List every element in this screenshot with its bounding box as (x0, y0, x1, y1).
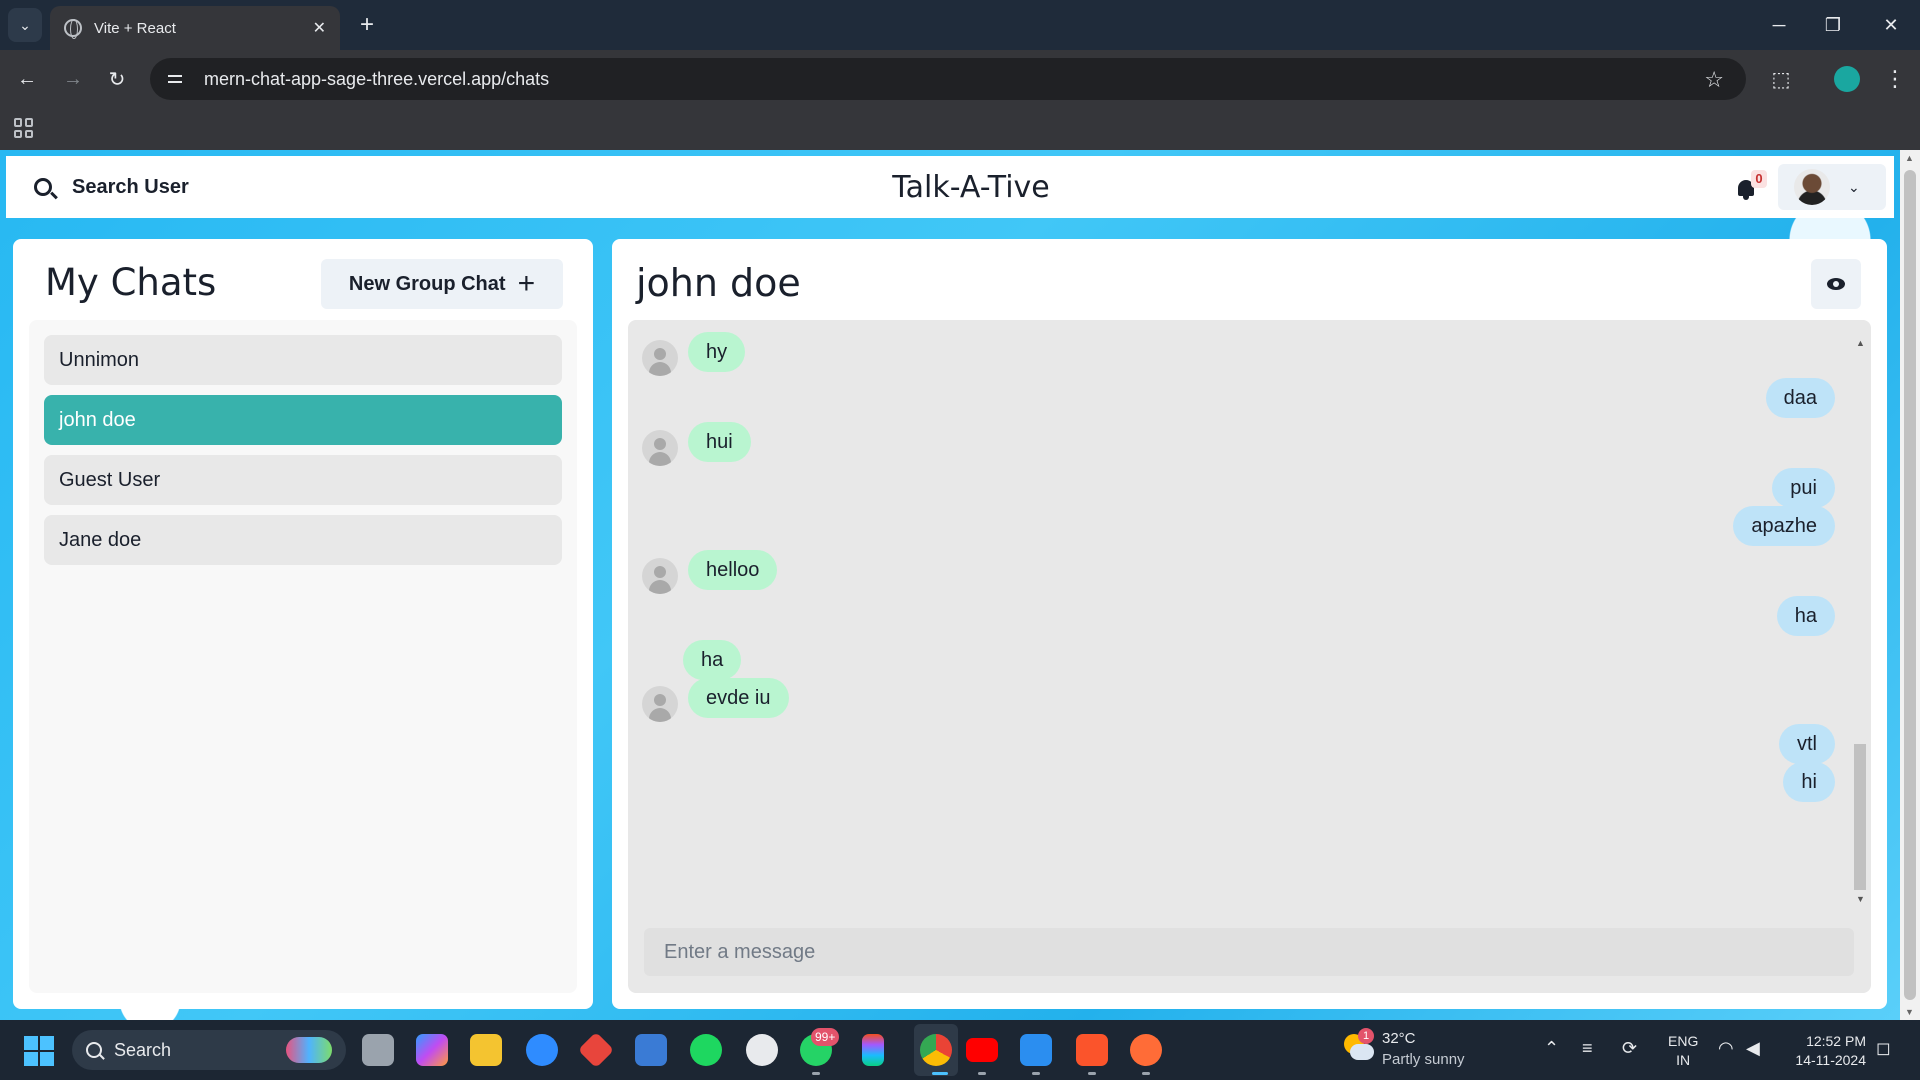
browser-menu-icon[interactable]: ⋮ (1880, 64, 1910, 94)
message-incoming: helloo (688, 550, 778, 590)
chat-list: Unnimon john doe Guest User Jane doe (29, 320, 577, 993)
weather-badge: 1 (1358, 1028, 1374, 1044)
spotify-icon[interactable] (690, 1034, 722, 1066)
brave-icon[interactable] (1076, 1034, 1108, 1066)
message-incoming: hy (688, 332, 746, 372)
browser-toolbar: ← → ↻ mern-chat-app-sage-three.vercel.ap… (0, 50, 1920, 108)
notification-center-icon[interactable]: ◻ (1876, 1038, 1891, 1059)
message-outgoing: pui (1772, 468, 1835, 508)
message-incoming: evde iu (688, 678, 789, 718)
message-incoming: ha (683, 640, 742, 680)
volume-icon[interactable]: ◀ (1746, 1038, 1760, 1059)
vscode-icon[interactable] (1020, 1034, 1052, 1066)
avatar (1794, 169, 1830, 205)
message-incoming: hui (688, 422, 751, 462)
file-explorer-icon[interactable] (470, 1034, 502, 1066)
postman-icon[interactable] (1130, 1034, 1162, 1066)
figma-icon[interactable] (862, 1034, 884, 1066)
notification-badge: 0 (1751, 170, 1767, 188)
forward-button[interactable]: → (58, 64, 88, 94)
language-indicator[interactable]: ENG IN (1668, 1032, 1698, 1070)
message-outgoing: daa (1765, 378, 1835, 418)
bookmarks-bar (0, 108, 1920, 150)
youtube-icon[interactable] (966, 1038, 998, 1062)
chat-item-jane-doe[interactable]: Jane doe (44, 515, 562, 565)
new-group-chat-button[interactable]: New Group Chat + (321, 259, 563, 309)
whatsapp-badge: 99+ (811, 1028, 840, 1046)
extensions-icon[interactable]: ⬚ (1766, 64, 1796, 94)
app-store-icon[interactable] (746, 1034, 778, 1066)
message-input[interactable] (644, 928, 1854, 976)
start-windows-icon[interactable] (24, 1036, 54, 1066)
chat-panel: john doe ▲ ▼ hy daa hui pui apazhe helloo… (612, 239, 1887, 1009)
chat-item-guest-user[interactable]: Guest User (44, 455, 562, 505)
chevron-down-icon: ⌄ (1848, 178, 1860, 195)
messages-scrollbar[interactable]: ▲ ▼ (1852, 338, 1868, 904)
message-outgoing: apazhe (1733, 506, 1835, 546)
my-chats-panel: My Chats New Group Chat + Unnimon john d… (13, 239, 593, 1009)
sender-avatar[interactable] (642, 558, 678, 594)
bookmark-star-icon[interactable]: ☆ (1704, 67, 1724, 93)
address-bar[interactable]: mern-chat-app-sage-three.vercel.app/chat… (150, 58, 1746, 100)
chat-item-john-doe[interactable]: john doe (44, 395, 562, 445)
chat-title: john doe (636, 261, 801, 305)
tab-title: Vite + React (94, 19, 176, 37)
wifi-icon[interactable]: ◠ (1718, 1038, 1734, 1059)
view-profile-button[interactable] (1811, 259, 1861, 309)
page-scrollbar[interactable]: ▲ ▼ (1900, 150, 1920, 1020)
taskbar-search-label: Search (114, 1039, 172, 1060)
profile-menu-button[interactable]: ⌄ (1778, 164, 1886, 210)
restore-button[interactable]: ❐ (1818, 10, 1848, 40)
chat-item-unnimon[interactable]: Unnimon (44, 335, 562, 385)
globe-icon (64, 19, 82, 39)
message-outgoing: ha (1776, 596, 1835, 636)
site-info-icon[interactable] (166, 70, 184, 88)
sender-avatar[interactable] (642, 686, 678, 722)
app-red-diamond-icon[interactable] (577, 1031, 615, 1069)
weather-description[interactable]: Partly sunny (1382, 1051, 1465, 1068)
page-viewport: Search User Talk-A-Tive 0 ⌄ My Chats New… (0, 150, 1920, 1020)
help-icon[interactable] (526, 1034, 558, 1066)
app-title: Talk-A-Tive (892, 170, 1050, 205)
copilot-icon[interactable] (416, 1034, 448, 1066)
tab-close-icon[interactable]: ✕ (313, 18, 326, 38)
task-view-icon[interactable] (362, 1034, 394, 1066)
clock-time: 12:52 PM (1806, 1033, 1866, 1049)
new-group-chat-label: New Group Chat (348, 272, 506, 295)
window-close-button[interactable]: ✕ (1876, 10, 1906, 40)
tab-search-dropdown[interactable]: ⌄ (8, 8, 42, 42)
new-tab-button[interactable]: + (352, 10, 382, 40)
url-text: mern-chat-app-sage-three.vercel.app/chat… (204, 68, 550, 89)
search-highlight-icon (286, 1037, 332, 1063)
my-chats-title: My Chats (45, 261, 217, 304)
sender-avatar[interactable] (642, 430, 678, 466)
clock-date: 14-11-2024 (1795, 1052, 1866, 1068)
taskbar-search[interactable]: Search (72, 1030, 346, 1070)
weather-temperature[interactable]: 32°C (1382, 1030, 1416, 1047)
search-icon (86, 1042, 102, 1058)
minimize-button[interactable]: ─ (1764, 10, 1794, 40)
reload-button[interactable]: ↻ (102, 64, 132, 94)
chrome-icon[interactable] (920, 1034, 952, 1066)
eye-icon (1827, 278, 1845, 290)
apps-grid-icon[interactable] (14, 118, 34, 138)
browser-tabstrip: ⌄ Vite + React ✕ + ─ ❐ ✕ (0, 0, 1920, 50)
message-outgoing: hi (1783, 762, 1835, 802)
app-header: Search User Talk-A-Tive 0 ⌄ (6, 156, 1894, 218)
microsoft-store-icon[interactable] (635, 1034, 667, 1066)
message-outgoing: vtl (1779, 724, 1835, 764)
sender-avatar[interactable] (642, 340, 678, 376)
browser-profile-avatar[interactable] (1834, 66, 1860, 92)
system-clock[interactable]: 12:52 PM 14-11-2024 (1782, 1032, 1866, 1070)
back-button[interactable]: ← (12, 64, 42, 94)
sync-icon[interactable]: ⟳ (1622, 1038, 1637, 1059)
notes-icon[interactable]: ≡ (1582, 1038, 1593, 1059)
messages-box: ▲ ▼ hy daa hui pui apazhe helloo ha ha ev… (628, 320, 1871, 993)
os-taskbar: Search 99+ 1 32°C Partly sunny ⌃ ≡ ⟳ ENG… (0, 1020, 1920, 1080)
browser-tab[interactable]: Vite + React ✕ (50, 6, 340, 50)
tray-overflow-icon[interactable]: ⌃ (1544, 1038, 1559, 1059)
plus-icon: + (517, 267, 536, 300)
